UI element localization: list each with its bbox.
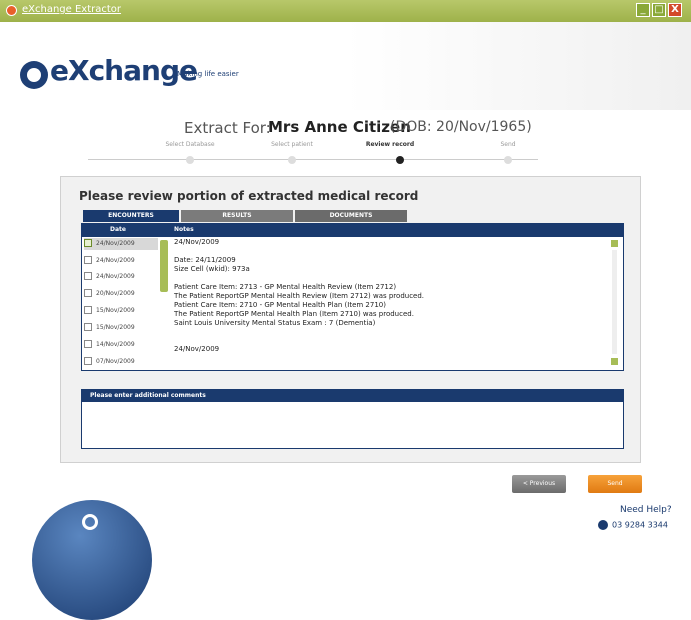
- date-item[interactable]: 24/Nov/2009: [84, 255, 158, 267]
- date-list: 24/Nov/2009 24/Nov/2009 24/Nov/2009 20/N…: [82, 237, 160, 370]
- note-line: Date: 24/11/2009: [174, 256, 236, 264]
- need-help-label: Need Help?: [620, 505, 672, 515]
- app-icon: [6, 5, 17, 16]
- extract-for-label: Extract For:: [184, 119, 271, 137]
- checkbox-icon[interactable]: [84, 356, 92, 365]
- note-line: The Patient ReportGP Mental Health Revie…: [174, 292, 425, 300]
- date-list-scrollbar[interactable]: [160, 240, 168, 292]
- notes-content: 24/Nov/2009 Date: 24/11/2009 Size Cell (…: [172, 237, 608, 370]
- step-label-select-database: Select Database: [165, 141, 215, 148]
- logo-icon: [20, 61, 48, 89]
- note-line: Patient Care Item: 2713 - GP Mental Heal…: [174, 283, 397, 291]
- note-line: The Patient ReportGP Mental Health Plan …: [174, 310, 414, 318]
- comments-label: Please enter additional comments: [90, 392, 206, 399]
- date-item[interactable]: 14/Nov/2009: [84, 339, 158, 351]
- record-header: Date Notes: [82, 224, 623, 237]
- help-disc-icon: [32, 500, 152, 620]
- title-bar: eXchange Extractor _ □ X: [0, 0, 691, 23]
- window-title: eXchange Extractor: [22, 4, 122, 15]
- send-button[interactable]: Send: [588, 475, 642, 493]
- checkbox-icon[interactable]: [84, 322, 92, 331]
- date-item[interactable]: 24/Nov/2009: [84, 271, 158, 283]
- notes-column-header: Notes: [174, 226, 194, 233]
- date-item[interactable]: 15/Nov/2009: [84, 305, 158, 317]
- tab-encounters[interactable]: ENCOUNTERS: [83, 210, 179, 222]
- comments-box[interactable]: Please enter additional comments: [81, 389, 624, 449]
- checkbox-icon[interactable]: [84, 271, 92, 280]
- date-item[interactable]: 07/Nov/2009: [84, 356, 158, 368]
- note-line: Patient Care Item: 2710 - GP Mental Heal…: [174, 301, 386, 309]
- step-dot-4: [504, 156, 512, 164]
- checkbox-icon[interactable]: [84, 288, 92, 297]
- patient-dob: (DOB: 20/Nov/1965): [390, 119, 532, 135]
- step-indicator: Select Database Select patient Review re…: [0, 141, 691, 171]
- step-line: [88, 159, 538, 160]
- help-phone: 03 9284 3344: [598, 520, 668, 530]
- notes-scroll-track[interactable]: [612, 250, 617, 354]
- panel-title: Please review portion of extracted medic…: [79, 189, 419, 203]
- checkbox-icon[interactable]: [84, 255, 92, 264]
- extract-for-row: Extract For: Mrs Anne Citizen (DOB: 20/N…: [0, 117, 691, 141]
- tab-documents[interactable]: DOCUMENTS: [295, 210, 407, 222]
- date-column-header: Date: [110, 226, 126, 233]
- date-item[interactable]: 20/Nov/2009: [84, 288, 158, 300]
- checkbox-icon[interactable]: [84, 339, 92, 348]
- note-line: Size Cell (wkid): 973a: [174, 265, 250, 273]
- step-dot-1: [186, 156, 194, 164]
- date-item[interactable]: 24/Nov/2009: [84, 238, 158, 250]
- header: eXchange Making life easier: [0, 22, 691, 110]
- previous-button[interactable]: < Previous: [512, 475, 566, 493]
- phone-icon: [598, 520, 608, 530]
- note-line: 24/Nov/2009: [174, 345, 220, 353]
- step-dot-3: [396, 156, 404, 164]
- comments-header: Please enter additional comments: [82, 390, 623, 402]
- step-label-select-patient: Select patient: [271, 141, 313, 148]
- tagline: Making life easier: [177, 70, 239, 78]
- scroll-down-button[interactable]: [610, 357, 619, 366]
- scroll-up-button[interactable]: [610, 239, 619, 248]
- logo-text: eXchange: [50, 54, 198, 87]
- step-dot-2: [288, 156, 296, 164]
- minimize-button[interactable]: _: [636, 3, 650, 17]
- help-phone-number: 03 9284 3344: [612, 520, 668, 530]
- step-label-review-record: Review record: [365, 141, 415, 148]
- tab-results[interactable]: RESULTS: [181, 210, 293, 222]
- checkbox-icon[interactable]: [84, 238, 92, 247]
- date-item[interactable]: 15/Nov/2009: [84, 322, 158, 334]
- review-panel: Please review portion of extracted medic…: [60, 176, 641, 463]
- close-button[interactable]: X: [668, 3, 682, 17]
- note-line: Saint Louis University Mental Status Exa…: [174, 319, 376, 327]
- record-viewer: Date Notes 24/Nov/2009 24/Nov/2009 24/No…: [81, 223, 624, 371]
- checkbox-icon[interactable]: [84, 305, 92, 314]
- note-line: 24/Nov/2009: [174, 238, 220, 246]
- maximize-button[interactable]: □: [652, 3, 666, 17]
- step-label-send: Send: [500, 141, 516, 148]
